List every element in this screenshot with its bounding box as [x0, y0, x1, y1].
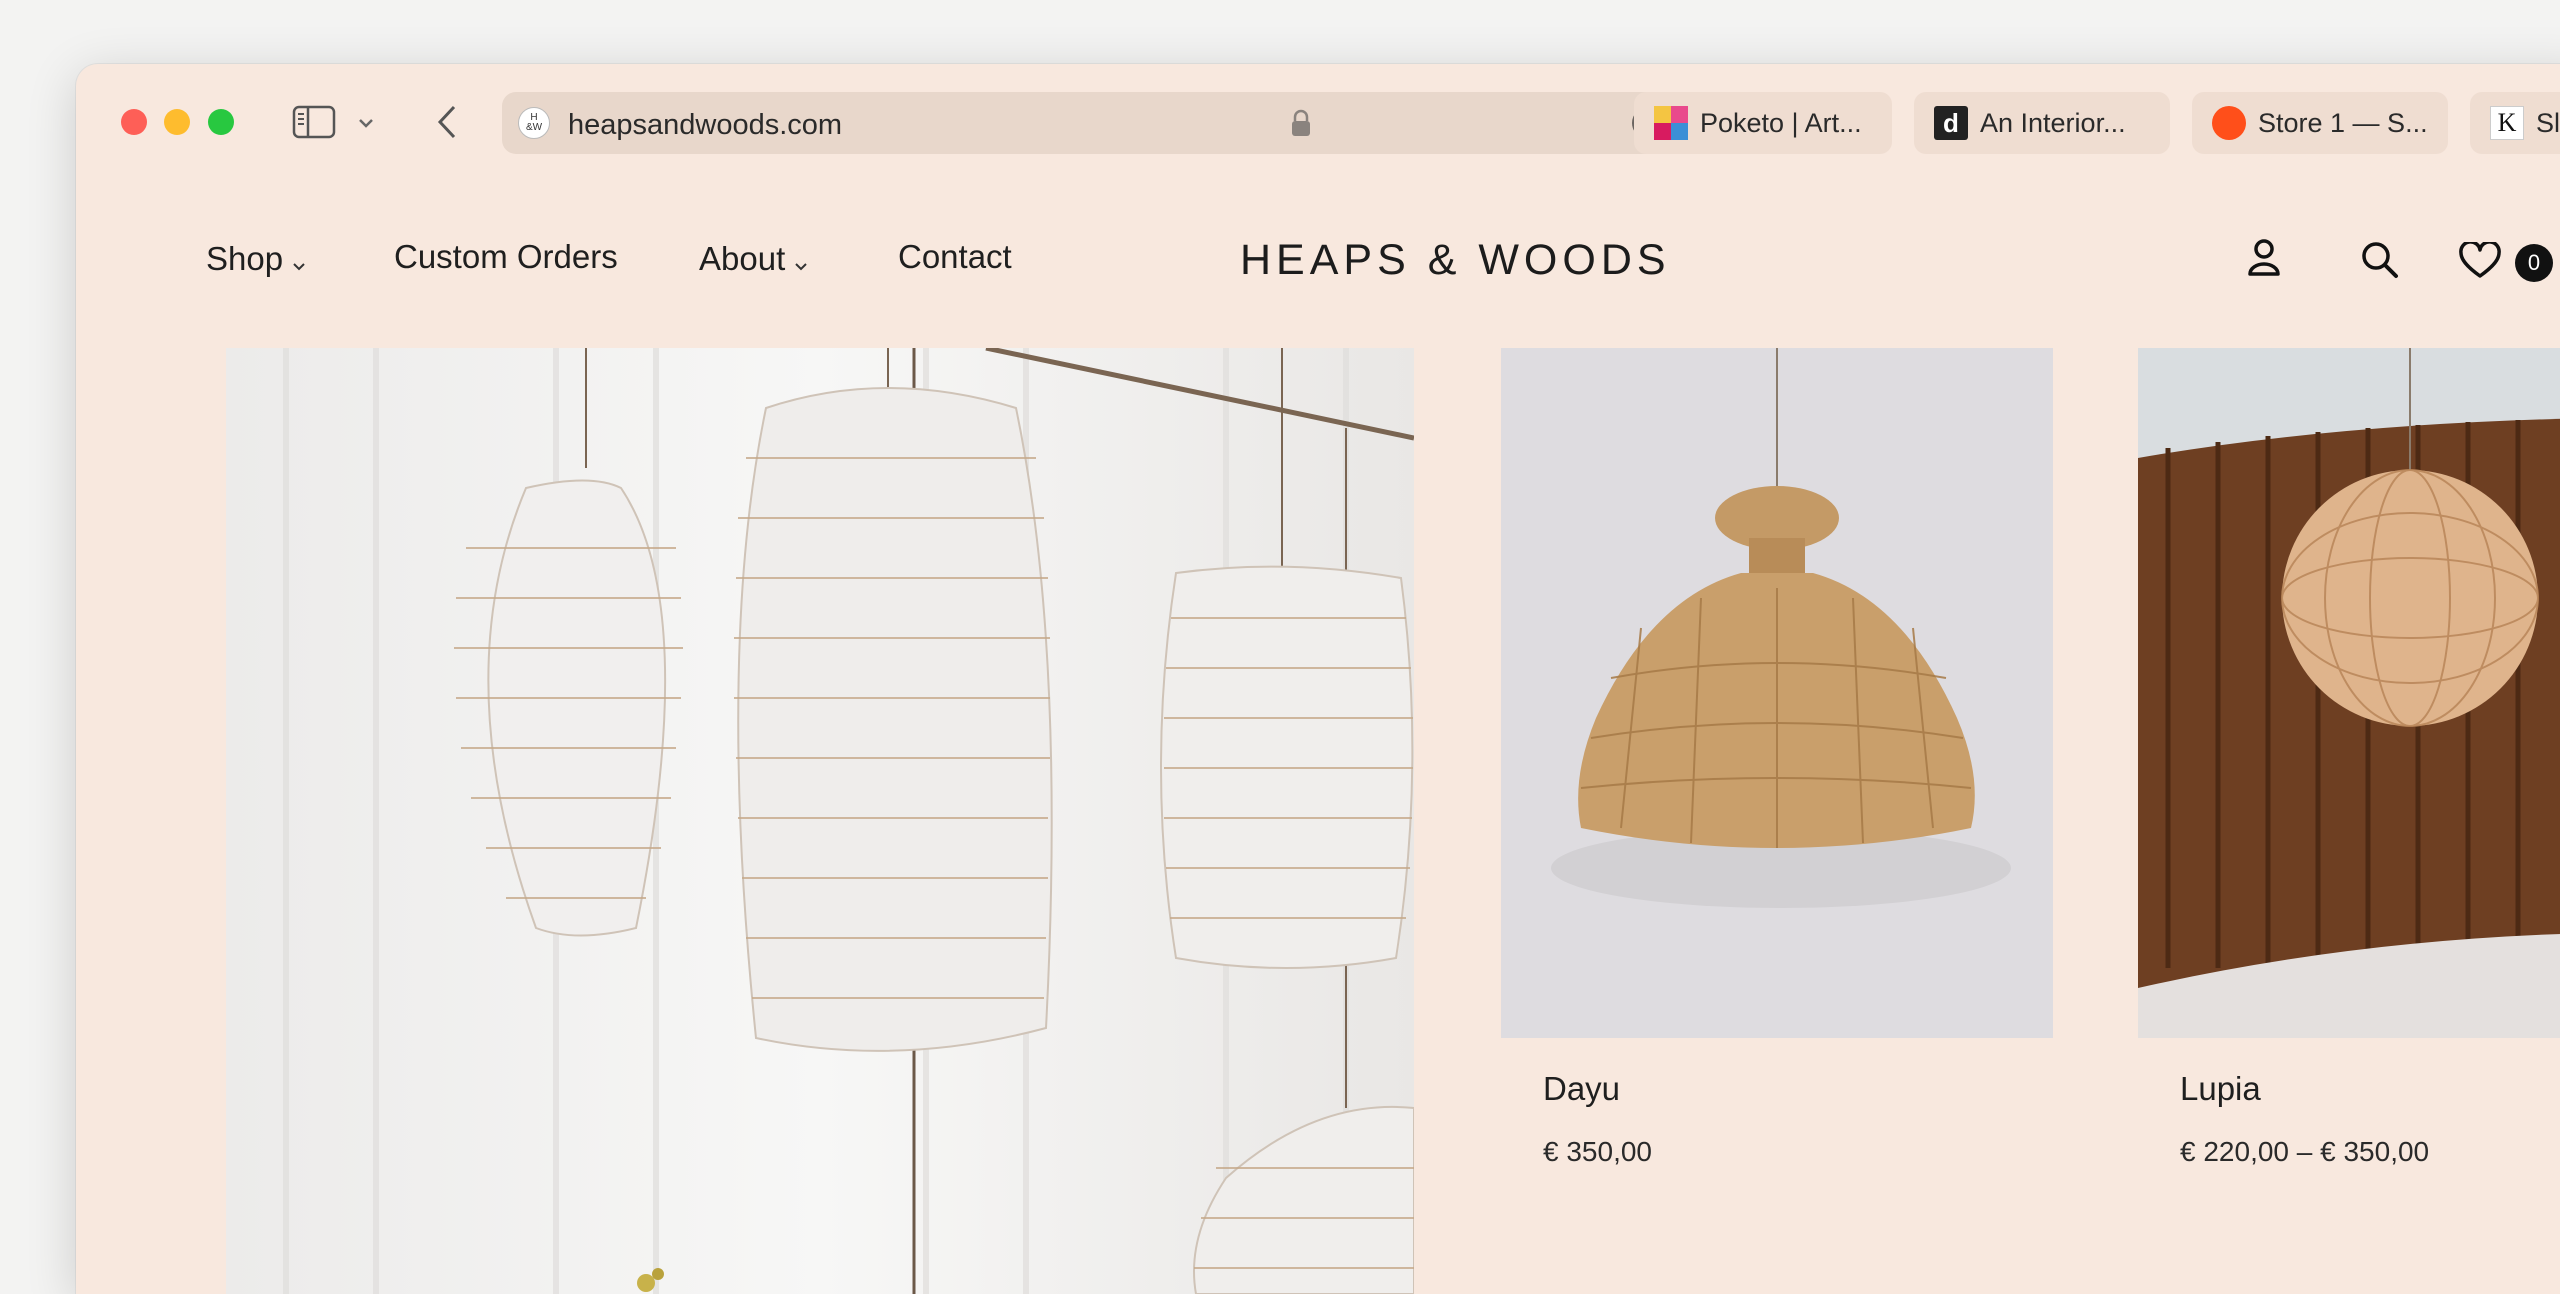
site-logo[interactable]: HEAPS & WOODS [1240, 236, 1671, 285]
tab-label: Poketo | Art... [1700, 107, 1862, 138]
back-arrow-icon[interactable] [432, 102, 462, 142]
product-name-lupia[interactable]: Lupia [2180, 1070, 2261, 1108]
tab-label: Sl [2536, 107, 2560, 138]
nav-about-label: About [699, 240, 786, 277]
nav-contact[interactable]: Contact [898, 238, 1012, 276]
nav-about[interactable]: About [699, 238, 809, 280]
site-favicon: H &W [518, 107, 550, 139]
nav-contact-label: Contact [898, 238, 1012, 275]
hero-lanterns-image[interactable] [226, 348, 1414, 1294]
site-favicon-bottom: &W [525, 122, 543, 133]
tab-poketo[interactable]: Poketo | Art... [1634, 92, 1892, 154]
tab-label: An Interior... [1980, 107, 2126, 138]
chevron-down-icon [793, 242, 809, 280]
nav-shop-label: Shop [206, 240, 284, 277]
search-icon[interactable] [2360, 240, 2400, 285]
d-favicon-icon: d [1934, 106, 1968, 140]
tab-label: Store 1 — S... [2258, 107, 2428, 138]
lock-icon [1291, 108, 1311, 143]
close-window-button[interactable] [121, 109, 147, 135]
tab-k[interactable]: K Sl [2470, 92, 2560, 154]
address-bar[interactable]: H &W heapsandwoods.com [502, 92, 1688, 154]
product-image-dayu[interactable] [1501, 348, 2053, 1038]
account-icon[interactable] [2246, 238, 2282, 283]
k-favicon-icon: K [2490, 106, 2524, 140]
chevron-down-icon [291, 242, 307, 280]
poketo-favicon-icon [1654, 106, 1688, 140]
browser-window: H &W heapsandwoods.com Poketo | Art... d… [76, 64, 2560, 1294]
minimize-window-button[interactable] [164, 109, 190, 135]
orange-circle-favicon-icon [2212, 106, 2246, 140]
url-text[interactable]: heapsandwoods.com [568, 109, 842, 142]
tab-store[interactable]: Store 1 — S... [2192, 92, 2448, 154]
product-price-dayu: € 350,00 [1543, 1136, 1652, 1167]
sidebar-toggle-icon[interactable] [292, 102, 336, 142]
nav-custom-orders[interactable]: Custom Orders [394, 238, 618, 276]
wishlist-heart-icon[interactable] [2458, 240, 2502, 285]
tab-group-chevron-down-icon[interactable] [356, 110, 376, 136]
zoom-window-button[interactable] [208, 109, 234, 135]
product-image-lupia[interactable] [2138, 348, 2560, 1038]
nav-shop[interactable]: Shop [206, 238, 307, 280]
product-price-lupia: € 220,00 – € 350,00 [2180, 1136, 2430, 1167]
nav-custom-orders-label: Custom Orders [394, 238, 618, 275]
wishlist-count-badge: 0 [2515, 244, 2553, 282]
browser-toolbar: H &W heapsandwoods.com Poketo | Art... d… [76, 64, 2560, 184]
product-name-dayu[interactable]: Dayu [1543, 1070, 1620, 1108]
tab-interior[interactable]: d An Interior... [1914, 92, 2170, 154]
